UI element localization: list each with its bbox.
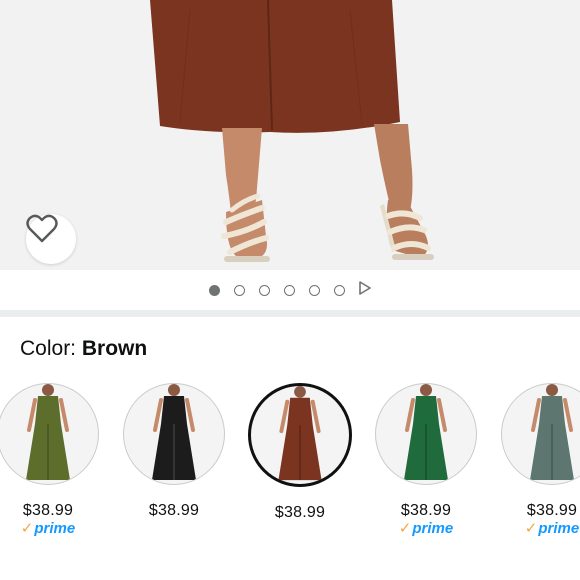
carousel-indicators — [0, 272, 580, 308]
selected-color-name: Brown — [81, 337, 148, 360]
color-swatch-grey-green[interactable]: $38.99 ✓ prime — [500, 383, 580, 537]
check-icon: ✓ — [20, 520, 34, 537]
swatch-price: $38.99 — [400, 502, 452, 519]
jumpsuit-thumbnail — [404, 384, 448, 480]
prime-badge: ✓ prime — [500, 521, 580, 537]
swatch-image — [501, 383, 580, 485]
swatch-price: $38.99 — [148, 502, 200, 519]
product-photo-illustration — [150, 0, 434, 262]
color-swatch-green[interactable]: $38.99 ✓ prime — [374, 383, 478, 537]
carousel-dot[interactable] — [333, 284, 345, 296]
heart-outline-icon — [26, 214, 58, 243]
jumpsuit-thumbnail — [530, 384, 574, 480]
carousel-dot[interactable] — [258, 284, 270, 296]
prime-label: prime — [538, 520, 580, 537]
jumpsuit-thumbnail — [278, 386, 322, 481]
prime-label: prime — [412, 520, 454, 537]
swatch-image — [0, 383, 99, 485]
prime-badge: ✓ prime — [374, 521, 478, 537]
color-swatch-black[interactable]: $38.99 — [122, 383, 226, 520]
swatch-image — [248, 383, 352, 487]
carousel-dot[interactable] — [283, 284, 295, 296]
jumpsuit-thumbnail — [26, 384, 70, 480]
jumpsuit-thumbnail — [152, 384, 196, 480]
carousel-play-button[interactable] — [358, 280, 372, 300]
carousel-dot[interactable] — [308, 284, 320, 296]
swatch-image — [375, 383, 477, 485]
swatch-price: $38.99 — [526, 502, 578, 519]
section-divider — [0, 310, 580, 317]
swatch-price: $38.99 — [22, 502, 74, 519]
swatch-price: $38.99 — [274, 504, 326, 521]
prime-label: prime — [34, 520, 76, 537]
play-icon — [358, 280, 371, 295]
color-swatch-brown[interactable]: $38.99 — [248, 383, 352, 522]
check-icon: ✓ — [524, 520, 538, 537]
check-icon: ✓ — [398, 520, 412, 537]
prime-badge: ✓ prime — [0, 521, 100, 537]
color-swatch-olive[interactable]: $38.99 ✓ prime — [0, 383, 100, 537]
color-selector-label: Color: Brown — [20, 337, 147, 361]
color-label-prefix: Color: — [20, 337, 77, 360]
swatch-image — [123, 383, 225, 485]
wishlist-button[interactable] — [26, 214, 76, 264]
product-image[interactable] — [0, 0, 580, 270]
carousel-dot[interactable] — [208, 284, 220, 296]
carousel-dot[interactable] — [233, 284, 245, 296]
